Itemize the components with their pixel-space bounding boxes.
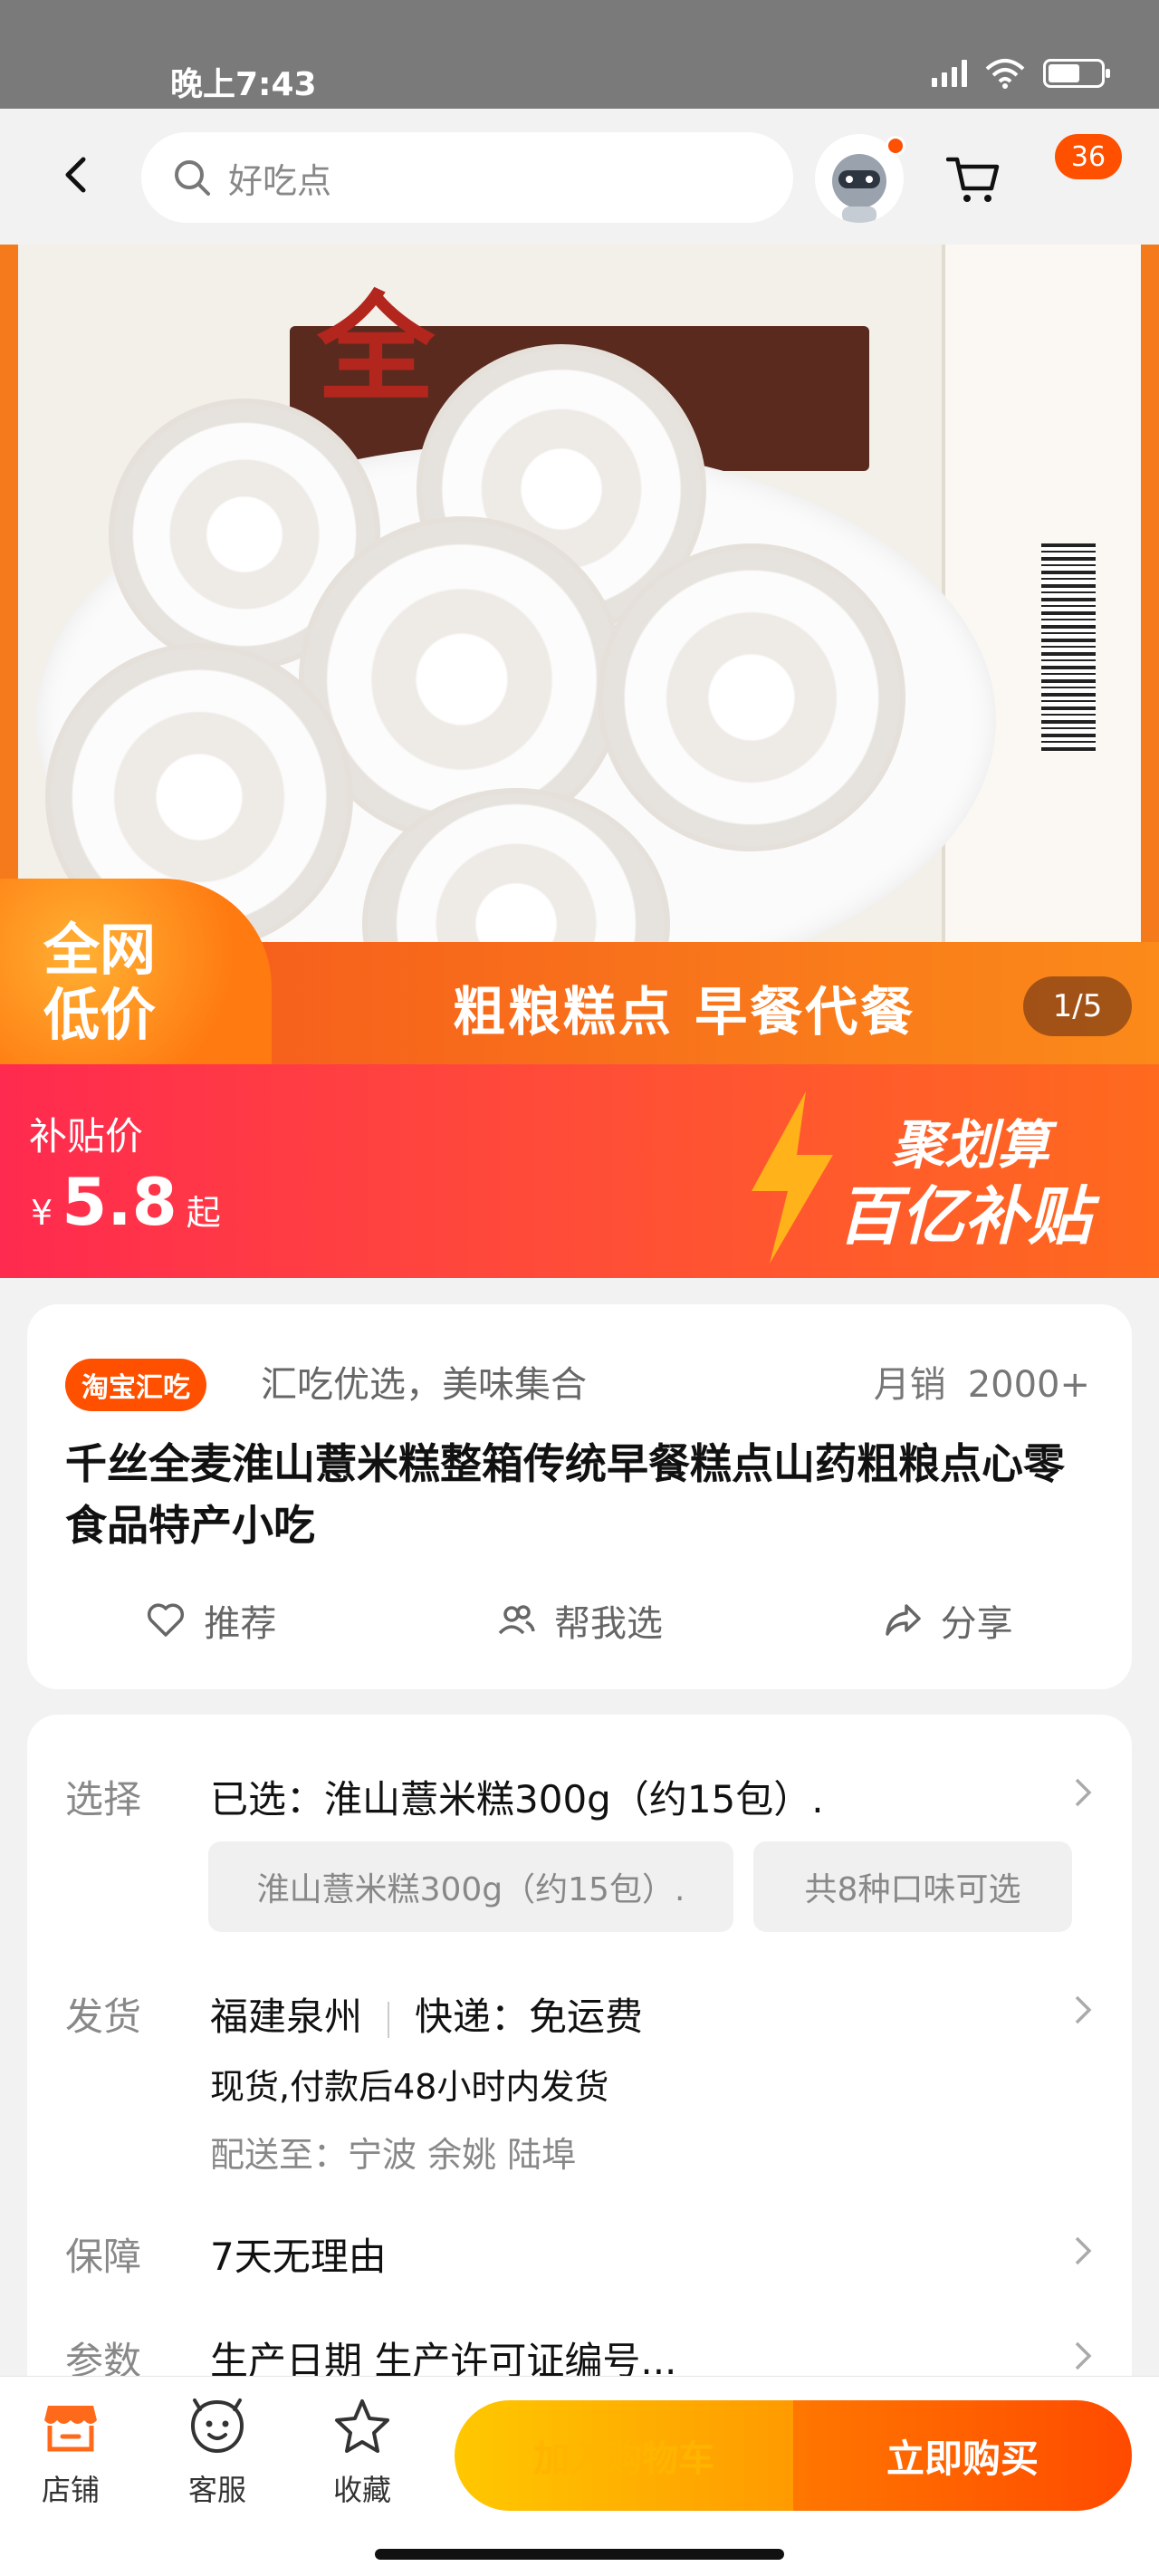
buy-now-button[interactable]: 立即购买 (793, 2400, 1132, 2511)
shop-slogan: 汇吃优选，美味集合 (261, 1364, 587, 1406)
ship-origin: 福建泉州 (210, 1994, 363, 2039)
search-icon (175, 160, 210, 196)
help-choose-button[interactable]: 帮我选 (396, 1594, 764, 1647)
separator (388, 2001, 390, 2038)
guarantee-value[interactable]: 7天无理由 (210, 2226, 387, 2282)
selected-option[interactable]: 已选：淮山薏米糕300g（约15包）. (210, 1769, 824, 1824)
package-brand-char: 全 (317, 279, 436, 418)
product-image-carousel[interactable]: 全 粗粮糕点 早餐代餐 全网 低价 1/5 (0, 245, 1159, 1064)
express-fee: 快递：免运费 (415, 1994, 644, 2039)
search-bar[interactable]: 好吃点 (141, 132, 793, 223)
home-indicator (375, 2549, 784, 2560)
status-icons (932, 58, 1110, 89)
bottom-action-bar: 店铺 客服 收藏 加入购物车 立即购买 (0, 2376, 1159, 2576)
more-options-chip[interactable]: 共8种口味可选 (753, 1841, 1072, 1932)
subsidy-logo-text: 百亿补贴 (838, 1179, 1091, 1254)
price-suffix: 起 (186, 1193, 221, 1233)
guarantee-label: 保障 (65, 2235, 142, 2279)
ship-label: 发货 (65, 1994, 142, 2039)
status-bar: 晚上7:43 (0, 0, 1159, 109)
help-choose-label: 帮我选 (554, 1603, 663, 1645)
star-icon (335, 2399, 389, 2453)
battery-icon (1043, 59, 1110, 88)
cart-icon[interactable] (946, 154, 1001, 205)
nav-bar: 好吃点 36 (0, 109, 1159, 245)
favorite-button[interactable]: 收藏 (317, 2397, 407, 2509)
back-arrow-icon[interactable] (54, 152, 100, 197)
sales-label: 月销 (873, 1364, 946, 1406)
monthly-sales: 月销 2000+ (874, 1359, 1090, 1411)
chevron-right-icon[interactable] (1072, 1774, 1094, 1811)
product-photo: 全 (18, 245, 1141, 1060)
cart-count-badge[interactable]: 36 (1055, 134, 1122, 179)
delivery-address[interactable]: 配送至：宁波 余姚 陆埠 (210, 2127, 576, 2177)
chevron-right-icon[interactable] (1072, 2338, 1094, 2374)
search-placeholder: 好吃点 (228, 160, 332, 201)
shipping-info[interactable]: 福建泉州 快递：免运费 (210, 1986, 643, 2042)
product-info-card: 淘宝汇吃 汇吃优选，美味集合 月销 2000+ 千丝全麦淮山薏米糕整箱传统早餐糕点… (27, 1304, 1132, 1689)
store-label: 店铺 (41, 2473, 100, 2507)
chevron-right-icon[interactable] (1072, 1992, 1094, 2028)
subsidy-price: ¥ 5.8 起 (31, 1164, 221, 1240)
barcode-graphic (1041, 543, 1096, 752)
store-button[interactable]: 店铺 (25, 2397, 116, 2509)
wifi-icon (985, 59, 1025, 89)
package-side (942, 245, 1141, 942)
low-price-badge: 全网 低价 (0, 879, 272, 1064)
share-label: 分享 (940, 1603, 1013, 1645)
cake-graphic (598, 543, 905, 851)
favorite-label: 收藏 (332, 2473, 391, 2507)
sales-value: 2000+ (967, 1364, 1090, 1406)
low-price-line2: 低价 (43, 982, 157, 1048)
product-title: 千丝全麦淮山薏米糕整箱传统早餐糕点山药粗粮点心零食品特产小吃 (65, 1439, 1065, 1550)
add-to-cart-button[interactable]: 加入购物车 (455, 2400, 793, 2511)
subsidy-label: 补贴价 (29, 1114, 144, 1158)
service-icon (190, 2398, 244, 2454)
status-time: 晚上7:43 (170, 66, 317, 103)
heart-icon (148, 1603, 185, 1637)
option-chip[interactable]: 淮山薏米糕300g（约15包）. (208, 1841, 733, 1932)
signal-icon (932, 60, 967, 87)
chevron-right-icon[interactable] (1072, 2233, 1094, 2269)
lightning-icon (752, 1091, 833, 1264)
share-button[interactable]: 分享 (763, 1594, 1132, 1647)
service-label: 客服 (187, 2473, 246, 2507)
hero-strip-text: 粗粮糕点 早餐代餐 (453, 981, 916, 1043)
customer-service-button[interactable]: 客服 (172, 2397, 263, 2509)
currency-symbol: ¥ (31, 1193, 53, 1233)
notification-dot (886, 136, 905, 156)
subsidy-price-banner: 补贴价 ¥ 5.8 起 聚划算 百亿补贴 (0, 1064, 1159, 1278)
purchase-details-card: 选择 已选：淮山薏米糕300g（约15包）. 淮山薏米糕300g（约15包）. … (27, 1715, 1132, 2403)
image-pager: 1/5 (1023, 976, 1132, 1036)
shop-tag[interactable]: 淘宝汇吃 (65, 1359, 206, 1411)
recommend-button[interactable]: 推荐 (27, 1594, 396, 1647)
select-label: 选择 (65, 1777, 142, 1821)
recommend-label: 推荐 (204, 1603, 277, 1645)
product-actions: 推荐 帮我选 分享 (27, 1594, 1132, 1647)
price-value: 5.8 (62, 1164, 177, 1240)
share-icon (885, 1604, 921, 1636)
store-icon (44, 2406, 97, 2452)
people-icon (498, 1605, 535, 1635)
dispatch-timing: 现货,付款后48小时内发货 (210, 2067, 609, 2107)
